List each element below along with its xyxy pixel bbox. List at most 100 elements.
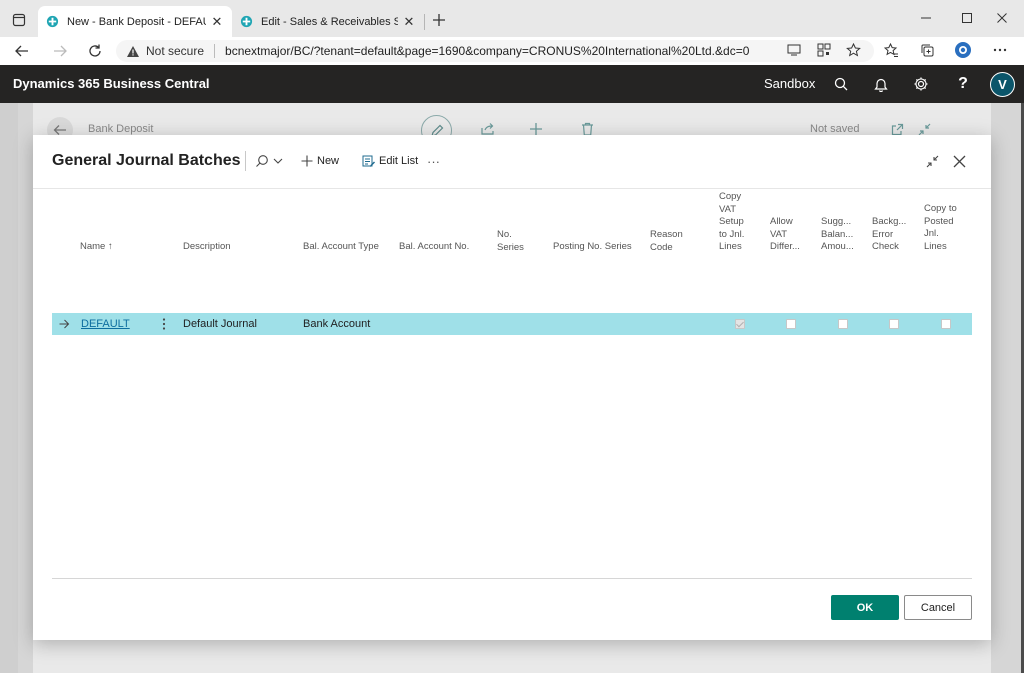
header-line: Setup bbox=[719, 216, 744, 227]
column-header-allow-vat-difference[interactable]: Allow VAT Differ... bbox=[770, 216, 800, 254]
column-header-suggest-balancing-amount[interactable]: Sugg... Balan... Amou... bbox=[821, 216, 854, 254]
column-header-bal-account-type[interactable]: Bal. Account Type bbox=[303, 241, 379, 254]
column-header-bal-account-no[interactable]: Bal. Account No. bbox=[399, 241, 469, 254]
help-question-icon[interactable]: ? bbox=[953, 74, 973, 94]
header-line: Lines bbox=[924, 240, 947, 252]
tab-title: Edit - Sales & Receivables Setup bbox=[261, 15, 398, 28]
column-header-no-series[interactable]: No. Series bbox=[497, 229, 524, 254]
notification-bell-icon[interactable] bbox=[871, 74, 891, 94]
business-central-header: Dynamics 365 Business Central Sandbox ? … bbox=[0, 65, 1024, 103]
add-favorite-star-icon[interactable] bbox=[844, 41, 862, 59]
header-line: Lines bbox=[719, 241, 742, 252]
address-bar[interactable]: Not secure bcnextmajor/BC/?tenant=defaul… bbox=[116, 40, 874, 62]
user-avatar[interactable]: V bbox=[990, 72, 1015, 97]
tab-divider bbox=[424, 14, 425, 30]
new-tab-icon[interactable] bbox=[429, 10, 449, 30]
business-central-favicon-icon bbox=[240, 15, 253, 28]
header-line: Series bbox=[497, 241, 524, 253]
edit-list-label: Edit List bbox=[379, 155, 419, 167]
header-line: Reason bbox=[650, 229, 683, 240]
dialog-title: General Journal Batches bbox=[52, 152, 241, 169]
browser-tab-inactive[interactable]: Edit - Sales & Receivables Setup ✕ bbox=[232, 6, 424, 37]
column-header-copy-vat-setup[interactable]: Copy VAT Setup to Jnl. Lines bbox=[719, 191, 744, 254]
allow-vat-difference-checkbox[interactable] bbox=[786, 319, 796, 329]
header-line: No. bbox=[497, 229, 512, 240]
ok-button[interactable]: OK bbox=[831, 595, 899, 620]
header-line: Copy to bbox=[924, 203, 957, 214]
header-line: Check bbox=[872, 241, 899, 252]
more-menu-icon[interactable] bbox=[991, 41, 1009, 59]
profile-copilot-icon[interactable] bbox=[954, 41, 972, 59]
settings-gear-icon[interactable] bbox=[911, 74, 931, 94]
batch-description[interactable]: Default Journal bbox=[183, 318, 257, 330]
close-icon[interactable] bbox=[950, 152, 968, 170]
header-line: Posted bbox=[924, 215, 954, 227]
header-line: to Jnl. bbox=[719, 228, 745, 240]
suggest-balancing-amount-checkbox[interactable] bbox=[838, 319, 848, 329]
maximize-icon[interactable] bbox=[956, 8, 978, 28]
forward-arrow-icon[interactable] bbox=[50, 41, 70, 61]
title-divider bbox=[245, 151, 246, 171]
column-header-name[interactable]: Name ↑ bbox=[80, 241, 113, 254]
search-dropdown-button[interactable] bbox=[255, 152, 287, 170]
minimize-icon[interactable] bbox=[915, 8, 937, 28]
new-button[interactable]: New bbox=[301, 152, 339, 170]
favorites-icon[interactable] bbox=[882, 41, 900, 59]
copy-vat-setup-checkbox[interactable] bbox=[735, 319, 745, 329]
collections-icon[interactable] bbox=[918, 41, 936, 59]
header-line: Differ... bbox=[770, 241, 800, 252]
column-header-posting-no-series[interactable]: Posting No. Series bbox=[553, 241, 632, 254]
header-line: Sugg... bbox=[821, 216, 852, 227]
row-actions-ellipsis-icon[interactable] bbox=[162, 318, 166, 330]
general-journal-batches-dialog: General Journal Batches New Edit List ··… bbox=[33, 135, 991, 640]
qr-code-icon[interactable] bbox=[815, 41, 833, 59]
security-label[interactable]: Not secure bbox=[146, 44, 204, 58]
copy-to-posted-jnl-lines-checkbox[interactable] bbox=[941, 319, 951, 329]
batch-bal-account-type[interactable]: Bank Account bbox=[303, 318, 370, 330]
header-line: Backg... bbox=[872, 216, 907, 227]
header-line: Allow bbox=[770, 216, 793, 227]
window-close-icon[interactable] bbox=[991, 8, 1013, 28]
header-line: Error bbox=[872, 228, 894, 240]
header-line: Amou... bbox=[821, 241, 854, 252]
background-left-gutter bbox=[0, 103, 18, 673]
column-header-copy-to-posted-jnl-lines[interactable]: Copy to Posted Jnl. Lines bbox=[924, 203, 957, 253]
save-status: Not saved bbox=[810, 123, 860, 135]
tab-title: New - Bank Deposit - DEFAULT - bbox=[67, 15, 206, 28]
row-indicator-arrow-icon bbox=[59, 319, 70, 329]
tab-actions-icon[interactable] bbox=[9, 10, 29, 30]
column-header-reason-code[interactable]: Reason Code bbox=[650, 229, 683, 254]
search-icon bbox=[256, 155, 268, 167]
batch-name-link[interactable]: DEFAULT bbox=[81, 318, 130, 330]
cancel-button[interactable]: Cancel bbox=[904, 595, 972, 620]
edit-list-icon bbox=[362, 155, 375, 167]
product-name[interactable]: Dynamics 365 Business Central bbox=[13, 76, 210, 91]
table-row[interactable]: DEFAULT Default Journal Bank Account bbox=[52, 313, 972, 335]
plus-icon bbox=[301, 155, 313, 167]
environment-name: Sandbox bbox=[764, 76, 816, 91]
warning-triangle-icon bbox=[127, 45, 139, 57]
header-line: VAT bbox=[719, 203, 737, 215]
edit-list-button[interactable]: Edit List bbox=[362, 152, 418, 170]
header-line: Code bbox=[650, 241, 673, 253]
column-header-background-error-check[interactable]: Backg... Error Check bbox=[872, 216, 906, 254]
url-text[interactable]: bcnextmajor/BC/?tenant=default&page=1690… bbox=[225, 44, 749, 58]
close-tab-icon[interactable]: ✕ bbox=[210, 14, 224, 30]
footer-divider bbox=[52, 578, 972, 579]
browser-tab-active[interactable]: New - Bank Deposit - DEFAULT - ✕ bbox=[38, 6, 232, 37]
header-line: Jnl. bbox=[924, 228, 939, 239]
browser-toolbar: Not secure bcnextmajor/BC/?tenant=defaul… bbox=[0, 37, 1024, 65]
chevron-down-icon bbox=[273, 158, 283, 164]
collapse-icon[interactable] bbox=[923, 152, 941, 170]
header-line: VAT bbox=[770, 228, 788, 240]
toolbar-divider bbox=[33, 188, 991, 189]
back-arrow-icon[interactable] bbox=[12, 41, 32, 61]
app-available-icon[interactable] bbox=[785, 41, 803, 59]
more-actions-button[interactable]: ··· bbox=[427, 152, 440, 170]
background-page-title: Bank Deposit bbox=[88, 123, 154, 135]
close-tab-icon[interactable]: ✕ bbox=[402, 14, 416, 30]
column-header-description[interactable]: Description bbox=[183, 241, 231, 254]
refresh-icon[interactable] bbox=[85, 41, 105, 61]
search-icon[interactable] bbox=[831, 74, 851, 94]
background-error-check-checkbox[interactable] bbox=[889, 319, 899, 329]
